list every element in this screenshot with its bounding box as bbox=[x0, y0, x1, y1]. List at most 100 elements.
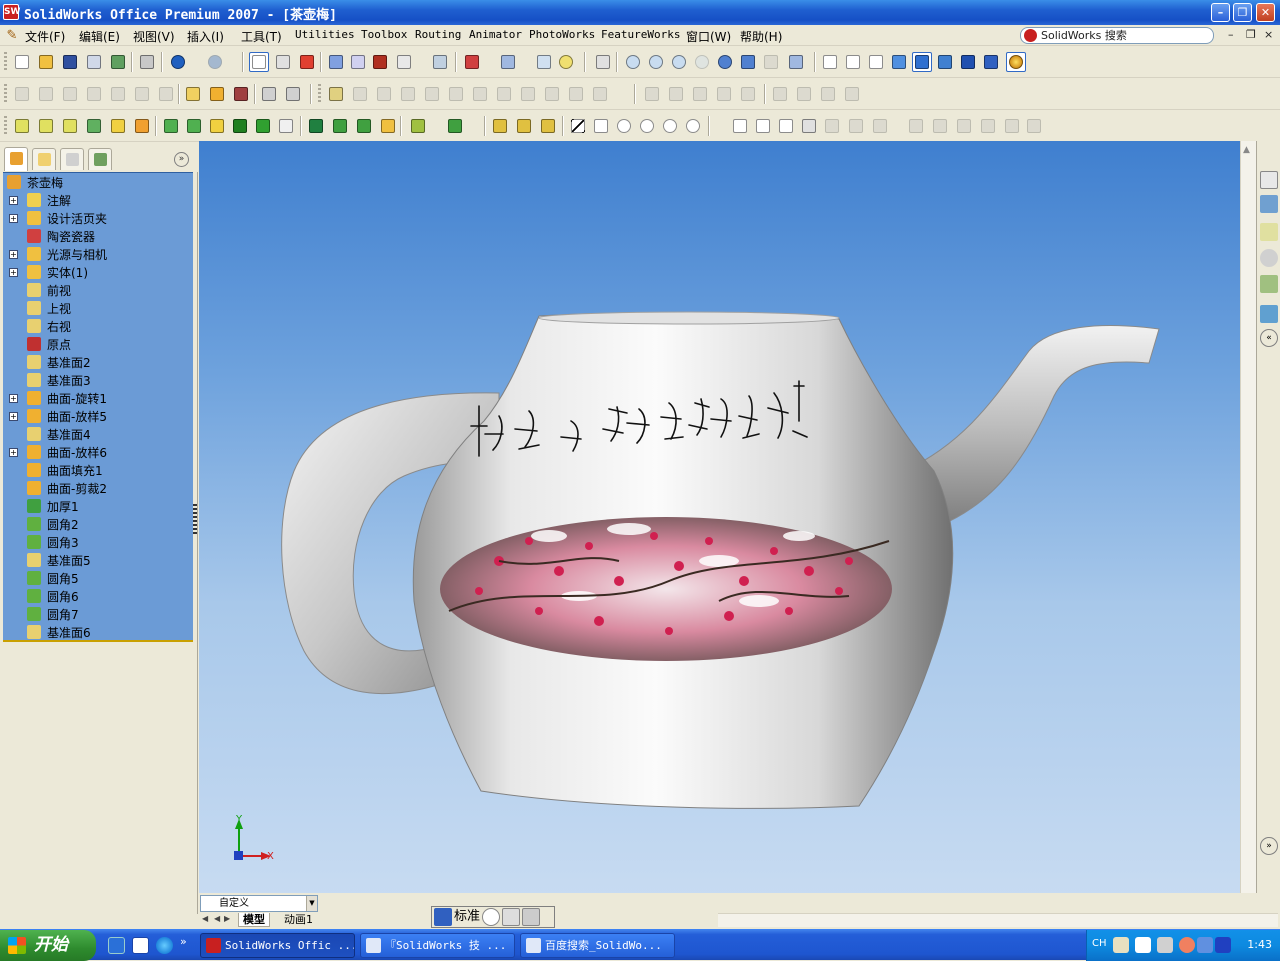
tree-item[interactable]: + 设计活页夹 bbox=[3, 209, 193, 227]
tree-item[interactable]: 曲面填充1 bbox=[3, 461, 193, 479]
wall-icon[interactable] bbox=[370, 52, 390, 72]
sketch-fillet-icon[interactable] bbox=[822, 116, 842, 136]
taskbar-solidworks-button[interactable]: SolidWorks Offic ... bbox=[200, 933, 355, 958]
circle-icon[interactable] bbox=[614, 116, 634, 136]
expand-plus-icon[interactable]: + bbox=[9, 394, 18, 403]
tree-item[interactable]: + 曲面-放样6 bbox=[3, 443, 193, 461]
menu-photoworks[interactable]: PhotoWorks bbox=[529, 28, 595, 41]
tree-item[interactable]: 加厚1 bbox=[3, 497, 193, 515]
shell-icon[interactable] bbox=[156, 84, 176, 104]
perspective-icon[interactable] bbox=[981, 52, 1001, 72]
hidden-lines-visible-icon[interactable] bbox=[843, 52, 863, 72]
wrap-icon[interactable] bbox=[542, 84, 562, 104]
undo-icon[interactable] bbox=[168, 52, 188, 72]
menu-window[interactable]: 窗口(W) bbox=[686, 28, 731, 45]
taskpane-collapse-icon[interactable]: » bbox=[1260, 837, 1278, 855]
tree-item[interactable]: 基准面4 bbox=[3, 425, 193, 443]
configurationmanager-tab[interactable] bbox=[60, 148, 84, 170]
shadows-icon[interactable] bbox=[935, 52, 955, 72]
zoom-to-selection-icon[interactable] bbox=[692, 52, 712, 72]
propertymanager-tab[interactable] bbox=[32, 148, 56, 170]
revolve-icon[interactable] bbox=[36, 84, 56, 104]
redo-icon[interactable] bbox=[205, 52, 225, 72]
tree-item[interactable]: 曲面-剪裁2 bbox=[3, 479, 193, 497]
3d-drawing-view-icon[interactable] bbox=[761, 52, 781, 72]
deform-icon[interactable] bbox=[494, 84, 514, 104]
line-icon[interactable] bbox=[568, 116, 588, 136]
rotate-view-icon[interactable] bbox=[715, 52, 735, 72]
pan-icon[interactable] bbox=[738, 52, 758, 72]
quicklaunch-more-icon[interactable]: » bbox=[180, 935, 187, 948]
menu-utilities[interactable]: Utilities bbox=[295, 28, 355, 41]
menu-tools[interactable]: 工具(T) bbox=[241, 28, 282, 45]
hidden-lines-removed-icon[interactable] bbox=[866, 52, 886, 72]
point-icon[interactable] bbox=[776, 116, 796, 136]
internet-explorer-icon[interactable] bbox=[156, 937, 173, 954]
menu-toolbox[interactable]: Toolbox bbox=[361, 28, 407, 41]
tree-item[interactable]: 上视 bbox=[3, 299, 193, 317]
dome-icon[interactable] bbox=[446, 84, 466, 104]
solidworks-logo-icon[interactable]: SW bbox=[3, 4, 20, 20]
expand-plus-icon[interactable]: + bbox=[9, 268, 18, 277]
tree-item[interactable]: 基准面5 bbox=[3, 551, 193, 569]
tree-item[interactable]: 圆角6 bbox=[3, 587, 193, 605]
sketch-grid-icon[interactable] bbox=[799, 116, 819, 136]
panel-splitter[interactable] bbox=[193, 504, 197, 534]
menu-view[interactable]: 视图(V) bbox=[133, 28, 175, 45]
tree-item[interactable]: 圆角7 bbox=[3, 605, 193, 623]
options-icon[interactable] bbox=[108, 52, 128, 72]
view-orientation-icon[interactable] bbox=[394, 52, 414, 72]
copy-icon[interactable] bbox=[259, 84, 279, 104]
featuremanager-tab[interactable] bbox=[4, 147, 28, 171]
sweep-icon[interactable] bbox=[60, 84, 80, 104]
realview-icon[interactable] bbox=[1006, 52, 1026, 72]
sketch-picture-icon[interactable] bbox=[538, 116, 558, 136]
search-icon[interactable] bbox=[1260, 249, 1278, 267]
solidworks-search-input[interactable]: SolidWorks 搜索 bbox=[1020, 27, 1214, 44]
plane-sketch-icon[interactable] bbox=[846, 116, 866, 136]
rib-icon[interactable] bbox=[350, 84, 370, 104]
3d-sketch-icon[interactable] bbox=[514, 116, 534, 136]
tree-item[interactable]: + 曲面-放样5 bbox=[3, 407, 193, 425]
file-explorer-icon[interactable] bbox=[1260, 223, 1278, 241]
taskbar-browser-button-1[interactable]: 『SolidWorks 技 ... bbox=[360, 933, 515, 958]
menu-edit[interactable]: 编辑(E) bbox=[79, 28, 120, 45]
shaded-with-edges-icon[interactable] bbox=[889, 52, 909, 72]
freeform-icon[interactable] bbox=[590, 84, 610, 104]
ime-mode[interactable]: 标准 bbox=[454, 908, 480, 926]
expand-taskpane-icon[interactable]: « bbox=[1260, 329, 1278, 347]
expand-plus-icon[interactable]: + bbox=[9, 448, 18, 457]
linear-pattern-icon[interactable] bbox=[1024, 116, 1044, 136]
arc-icon[interactable] bbox=[637, 116, 657, 136]
expand-plus-icon[interactable]: + bbox=[9, 412, 18, 421]
spline-icon[interactable] bbox=[753, 116, 773, 136]
media-player-icon[interactable] bbox=[1215, 937, 1231, 953]
print-icon[interactable] bbox=[137, 52, 157, 72]
menu-help[interactable]: 帮助(H) bbox=[740, 28, 782, 45]
cut-extrude-icon[interactable] bbox=[108, 84, 128, 104]
menu-insert[interactable]: 插入(I) bbox=[187, 28, 224, 45]
convert-entities-icon[interactable] bbox=[954, 116, 974, 136]
view-palette-icon[interactable] bbox=[1260, 275, 1278, 293]
open-folder-icon[interactable] bbox=[36, 52, 56, 72]
menu-routing[interactable]: Routing bbox=[415, 28, 461, 41]
punctuation-icon[interactable] bbox=[502, 908, 521, 926]
tree-item[interactable]: + 实体(1) bbox=[3, 263, 193, 281]
surface-offset-icon[interactable] bbox=[108, 116, 128, 136]
sketch-tool-b-icon[interactable] bbox=[666, 84, 686, 104]
menu-file[interactable]: 文件(F) bbox=[25, 28, 65, 45]
zoom-in-out-icon[interactable] bbox=[669, 52, 689, 72]
solidworks-menu-icon[interactable]: ✎ bbox=[4, 28, 20, 44]
tree-item[interactable]: 基准面6 bbox=[3, 623, 193, 641]
start-button[interactable]: 开始 bbox=[0, 930, 96, 961]
tab-animation1[interactable]: 动画1 bbox=[280, 913, 317, 927]
knit-icon[interactable] bbox=[161, 116, 181, 136]
paste-icon[interactable] bbox=[283, 84, 303, 104]
mold-tool-c-icon[interactable] bbox=[818, 84, 838, 104]
list-icon[interactable] bbox=[348, 52, 368, 72]
sketch-text-icon[interactable] bbox=[870, 116, 890, 136]
construction-geometry-icon[interactable] bbox=[906, 116, 926, 136]
zoom-window-icon[interactable] bbox=[646, 52, 666, 72]
surface-fill-icon[interactable] bbox=[132, 116, 152, 136]
pattern-icon[interactable] bbox=[398, 84, 418, 104]
